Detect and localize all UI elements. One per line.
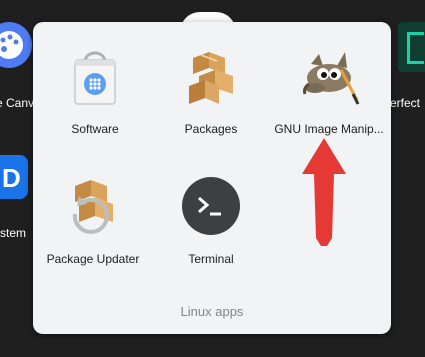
package-updater-icon <box>72 180 113 234</box>
app-tile-packages[interactable]: Packages <box>151 44 271 144</box>
paint-app-label: e Canv <box>0 96 35 110</box>
app-label-package-updater: Package Updater <box>46 252 140 266</box>
software-bag-icon <box>74 51 116 105</box>
app-label-terminal: Terminal <box>188 252 234 266</box>
paint-app-icon[interactable] <box>0 22 32 68</box>
app-tile-terminal[interactable]: Terminal <box>151 174 271 274</box>
app-tile-gimp[interactable]: GNU Image Manip... <box>269 44 389 144</box>
picture-app-label: erfect <box>390 96 421 110</box>
app-label-software: Software <box>71 122 119 136</box>
app-tile-package-updater[interactable]: Package Updater <box>33 174 153 274</box>
system-app-icon[interactable]: D <box>0 155 28 199</box>
app-tile-software[interactable]: Software <box>35 44 155 144</box>
system-app-label: stem <box>0 226 27 240</box>
palette-icon <box>0 31 23 59</box>
packages-boxes-icon <box>189 52 233 104</box>
folder-title: Linux apps <box>180 304 244 319</box>
system-app-glyph: D <box>2 163 21 193</box>
app-label-gimp: GNU Image Manip... <box>274 122 384 136</box>
terminal-prompt-icon <box>182 177 240 235</box>
picture-app-glyph <box>407 32 424 64</box>
app-label-packages: Packages <box>184 122 238 136</box>
gimp-wilber-icon <box>303 52 360 105</box>
picture-app-icon[interactable] <box>398 22 425 72</box>
red-up-arrow-icon <box>302 138 346 246</box>
